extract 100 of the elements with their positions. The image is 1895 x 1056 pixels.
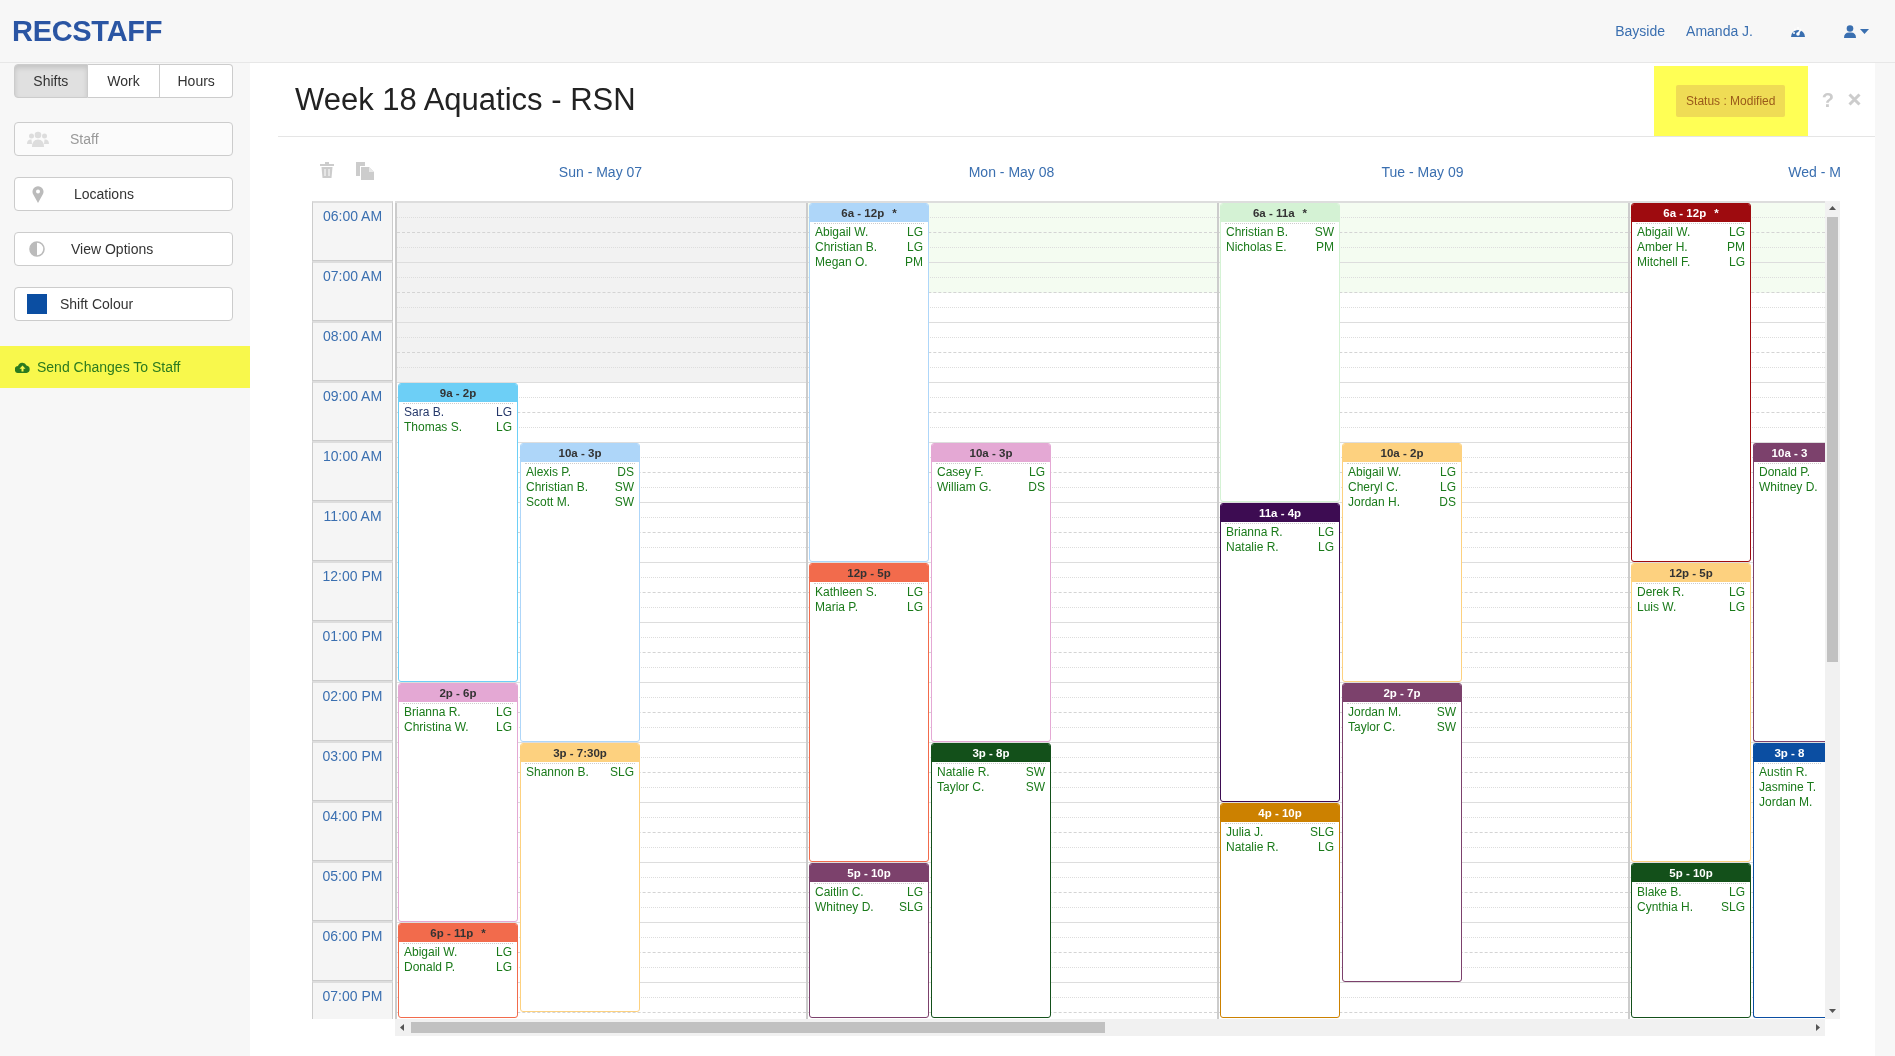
- shift-card[interactable]: 3p - 7:30p Shannon B. SLG: [520, 743, 640, 1012]
- staff-role: LG: [496, 945, 512, 960]
- staff-name: Casey F.: [937, 465, 984, 480]
- staff-name: Brianna R.: [404, 705, 461, 720]
- vertical-scrollbar[interactable]: [1825, 201, 1840, 1019]
- view-tab[interactable]: Work: [87, 64, 161, 98]
- shift-card[interactable]: 6a - 12p * Abigail W. LG Amber H. PM Mitchell F. LG: [1631, 203, 1751, 562]
- shift-time: 2p - 6p: [439, 687, 477, 699]
- scroll-right-icon: [1816, 1024, 1820, 1031]
- close-icon[interactable]: [1848, 93, 1861, 106]
- staff-role: DS: [1028, 480, 1045, 495]
- view-tab[interactable]: Shifts: [14, 64, 88, 98]
- staff-role: LG: [907, 600, 923, 615]
- shift-card[interactable]: 9a - 2p Sara B. LG Thomas S. LG: [398, 383, 518, 682]
- nav-link[interactable]: Amanda J.: [1686, 20, 1753, 42]
- shift-card[interactable]: 5p - 10p Caitlin C. LG Whitney D. SLG: [809, 863, 929, 1018]
- staff-name: Jordan M.: [1348, 705, 1402, 720]
- scrollbar-thumb[interactable]: [1827, 217, 1838, 662]
- shift-card[interactable]: 4p - 10p Julia J. SLG Natalie R. LG: [1220, 803, 1340, 1018]
- staff-name: Thomas S.: [404, 420, 463, 435]
- map-pin-icon: [32, 185, 44, 203]
- day-header[interactable]: Tue - May 09: [1381, 164, 1464, 180]
- staff-name: Donald P.: [1759, 465, 1811, 480]
- time-label: 06:00 PM: [312, 921, 393, 981]
- app-logo[interactable]: RECSTAFF: [12, 16, 163, 46]
- staff-role: LG: [1729, 255, 1745, 270]
- shift-time: 4p - 10p: [1258, 807, 1302, 819]
- shift-card[interactable]: 6a - 12p * Abigail W. LG Christian B. LG Megan O. PM: [809, 203, 929, 562]
- sidebar-button[interactable]: View Options: [14, 232, 233, 266]
- day-header[interactable]: Mon - May 08: [968, 164, 1055, 180]
- shift-card[interactable]: 2p - 6p Brianna R. LG Christina W. LG: [398, 683, 518, 922]
- time-label: 07:00 AM: [312, 261, 393, 321]
- staff-name: Derek R.: [1637, 585, 1685, 600]
- staff-role: SLG: [1721, 900, 1745, 915]
- staff-role: DS: [617, 465, 634, 480]
- scrollbar-thumb[interactable]: [411, 1022, 1105, 1033]
- staff-role: LG: [907, 885, 923, 900]
- user-icon[interactable]: [1844, 24, 1856, 38]
- staff-role: SW: [1314, 225, 1334, 240]
- shift-card[interactable]: 10a - 2p Abigail W. LG Cheryl C. LG Jordan H. DS: [1342, 443, 1462, 682]
- shift-card[interactable]: 12p - 5p Kathleen S. LG Maria P. LG: [809, 563, 929, 862]
- shift-card[interactable]: 10a - 3p Casey F. LG William G. DS: [931, 443, 1051, 742]
- shift-card[interactable]: 10a - 3p Alexis P. DS Christian B. SW Scott M. SW: [520, 443, 640, 742]
- shift-card[interactable]: 3p - 8 Austin R. Jasmine T. Jordan M.: [1753, 743, 1825, 1018]
- sidebar-button[interactable]: Shift Colour: [14, 287, 233, 321]
- time-label: 03:00 PM: [312, 741, 393, 801]
- trash-icon[interactable]: [320, 162, 334, 178]
- shift-time: 3p - 8p: [972, 747, 1010, 759]
- staff-name: Jordan M.: [1759, 795, 1813, 810]
- shift-time: 6a - 12p: [841, 207, 885, 219]
- time-label: 10:00 AM: [312, 441, 393, 501]
- sidebar-button[interactable]: Locations: [14, 177, 233, 211]
- shift-card[interactable]: 6a - 11a * Christian B. SW Nicholas E. PM: [1220, 203, 1340, 502]
- shift-time: 12p - 5p: [847, 567, 891, 579]
- staff-role: SW: [1025, 765, 1045, 780]
- staff-name: Abigail W.: [1348, 465, 1402, 480]
- shift-card[interactable]: 11a - 4p Brianna R. LG Natalie R. LG: [1220, 503, 1340, 802]
- caret-icon[interactable]: [1860, 28, 1869, 34]
- staff-role: LG: [1029, 465, 1045, 480]
- staff-name: Taylor C.: [937, 780, 985, 795]
- view-tab[interactable]: Hours: [160, 64, 233, 98]
- send-changes-button[interactable]: Send Changes To Staff: [0, 346, 250, 388]
- modified-mark: *: [1714, 207, 1719, 219]
- time-label: 04:00 PM: [312, 801, 393, 861]
- staff-role: DS: [1439, 495, 1456, 510]
- shift-time: 12p - 5p: [1669, 567, 1713, 579]
- shift-card[interactable]: 5p - 10p Blake B. LG Cynthia H. SLG: [1631, 863, 1751, 1018]
- time-label: 07:00 PM: [312, 981, 393, 1019]
- shift-card[interactable]: 2p - 7p Jordan M. SW Taylor C. SW: [1342, 683, 1462, 982]
- shift-time: 10a - 3: [1771, 447, 1808, 459]
- staff-role: LG: [1440, 465, 1456, 480]
- staff-name: William G.: [937, 480, 992, 495]
- shift-time: 3p - 7:30p: [553, 747, 607, 759]
- shift-card[interactable]: 6p - 11p * Abigail W. LG Donald P. LG: [398, 923, 518, 1018]
- staff-name: Christian B.: [1226, 225, 1289, 240]
- nav-link[interactable]: Bayside: [1615, 20, 1666, 42]
- staff-name: Mitchell F.: [1637, 255, 1691, 270]
- horizontal-scrollbar[interactable]: [395, 1019, 1825, 1036]
- staff-name: Megan O.: [815, 255, 868, 270]
- shift-card[interactable]: 3p - 8p Natalie R. SW Taylor C. SW: [931, 743, 1051, 1018]
- staff-name: Taylor C.: [1348, 720, 1396, 735]
- copy-icon[interactable]: [356, 162, 374, 180]
- staff-name: Alexis P.: [526, 465, 572, 480]
- time-label: 12:00 PM: [312, 561, 393, 621]
- staff-name: Natalie R.: [1226, 540, 1279, 555]
- modified-mark: *: [481, 927, 486, 939]
- staff-name: Shannon B.: [526, 765, 589, 780]
- staff-name: Scott M.: [526, 495, 570, 510]
- staff-role: PM: [1727, 240, 1745, 255]
- dashboard-icon[interactable]: [1790, 24, 1806, 38]
- shift-card[interactable]: 12p - 5p Derek R. LG Luis W. LG: [1631, 563, 1751, 862]
- staff-role: LG: [496, 720, 512, 735]
- day-header[interactable]: Wed - M: [1788, 164, 1841, 180]
- modified-mark: *: [1302, 207, 1308, 219]
- staff-name: Sara B.: [404, 405, 445, 420]
- shift-card[interactable]: 10a - 3 Donald P. Whitney D.: [1753, 443, 1825, 742]
- day-header[interactable]: Sun - May 07: [558, 164, 643, 180]
- staff-name: Maria P.: [815, 600, 859, 615]
- staff-name: Caitlin C.: [815, 885, 864, 900]
- contrast-icon: [29, 241, 45, 257]
